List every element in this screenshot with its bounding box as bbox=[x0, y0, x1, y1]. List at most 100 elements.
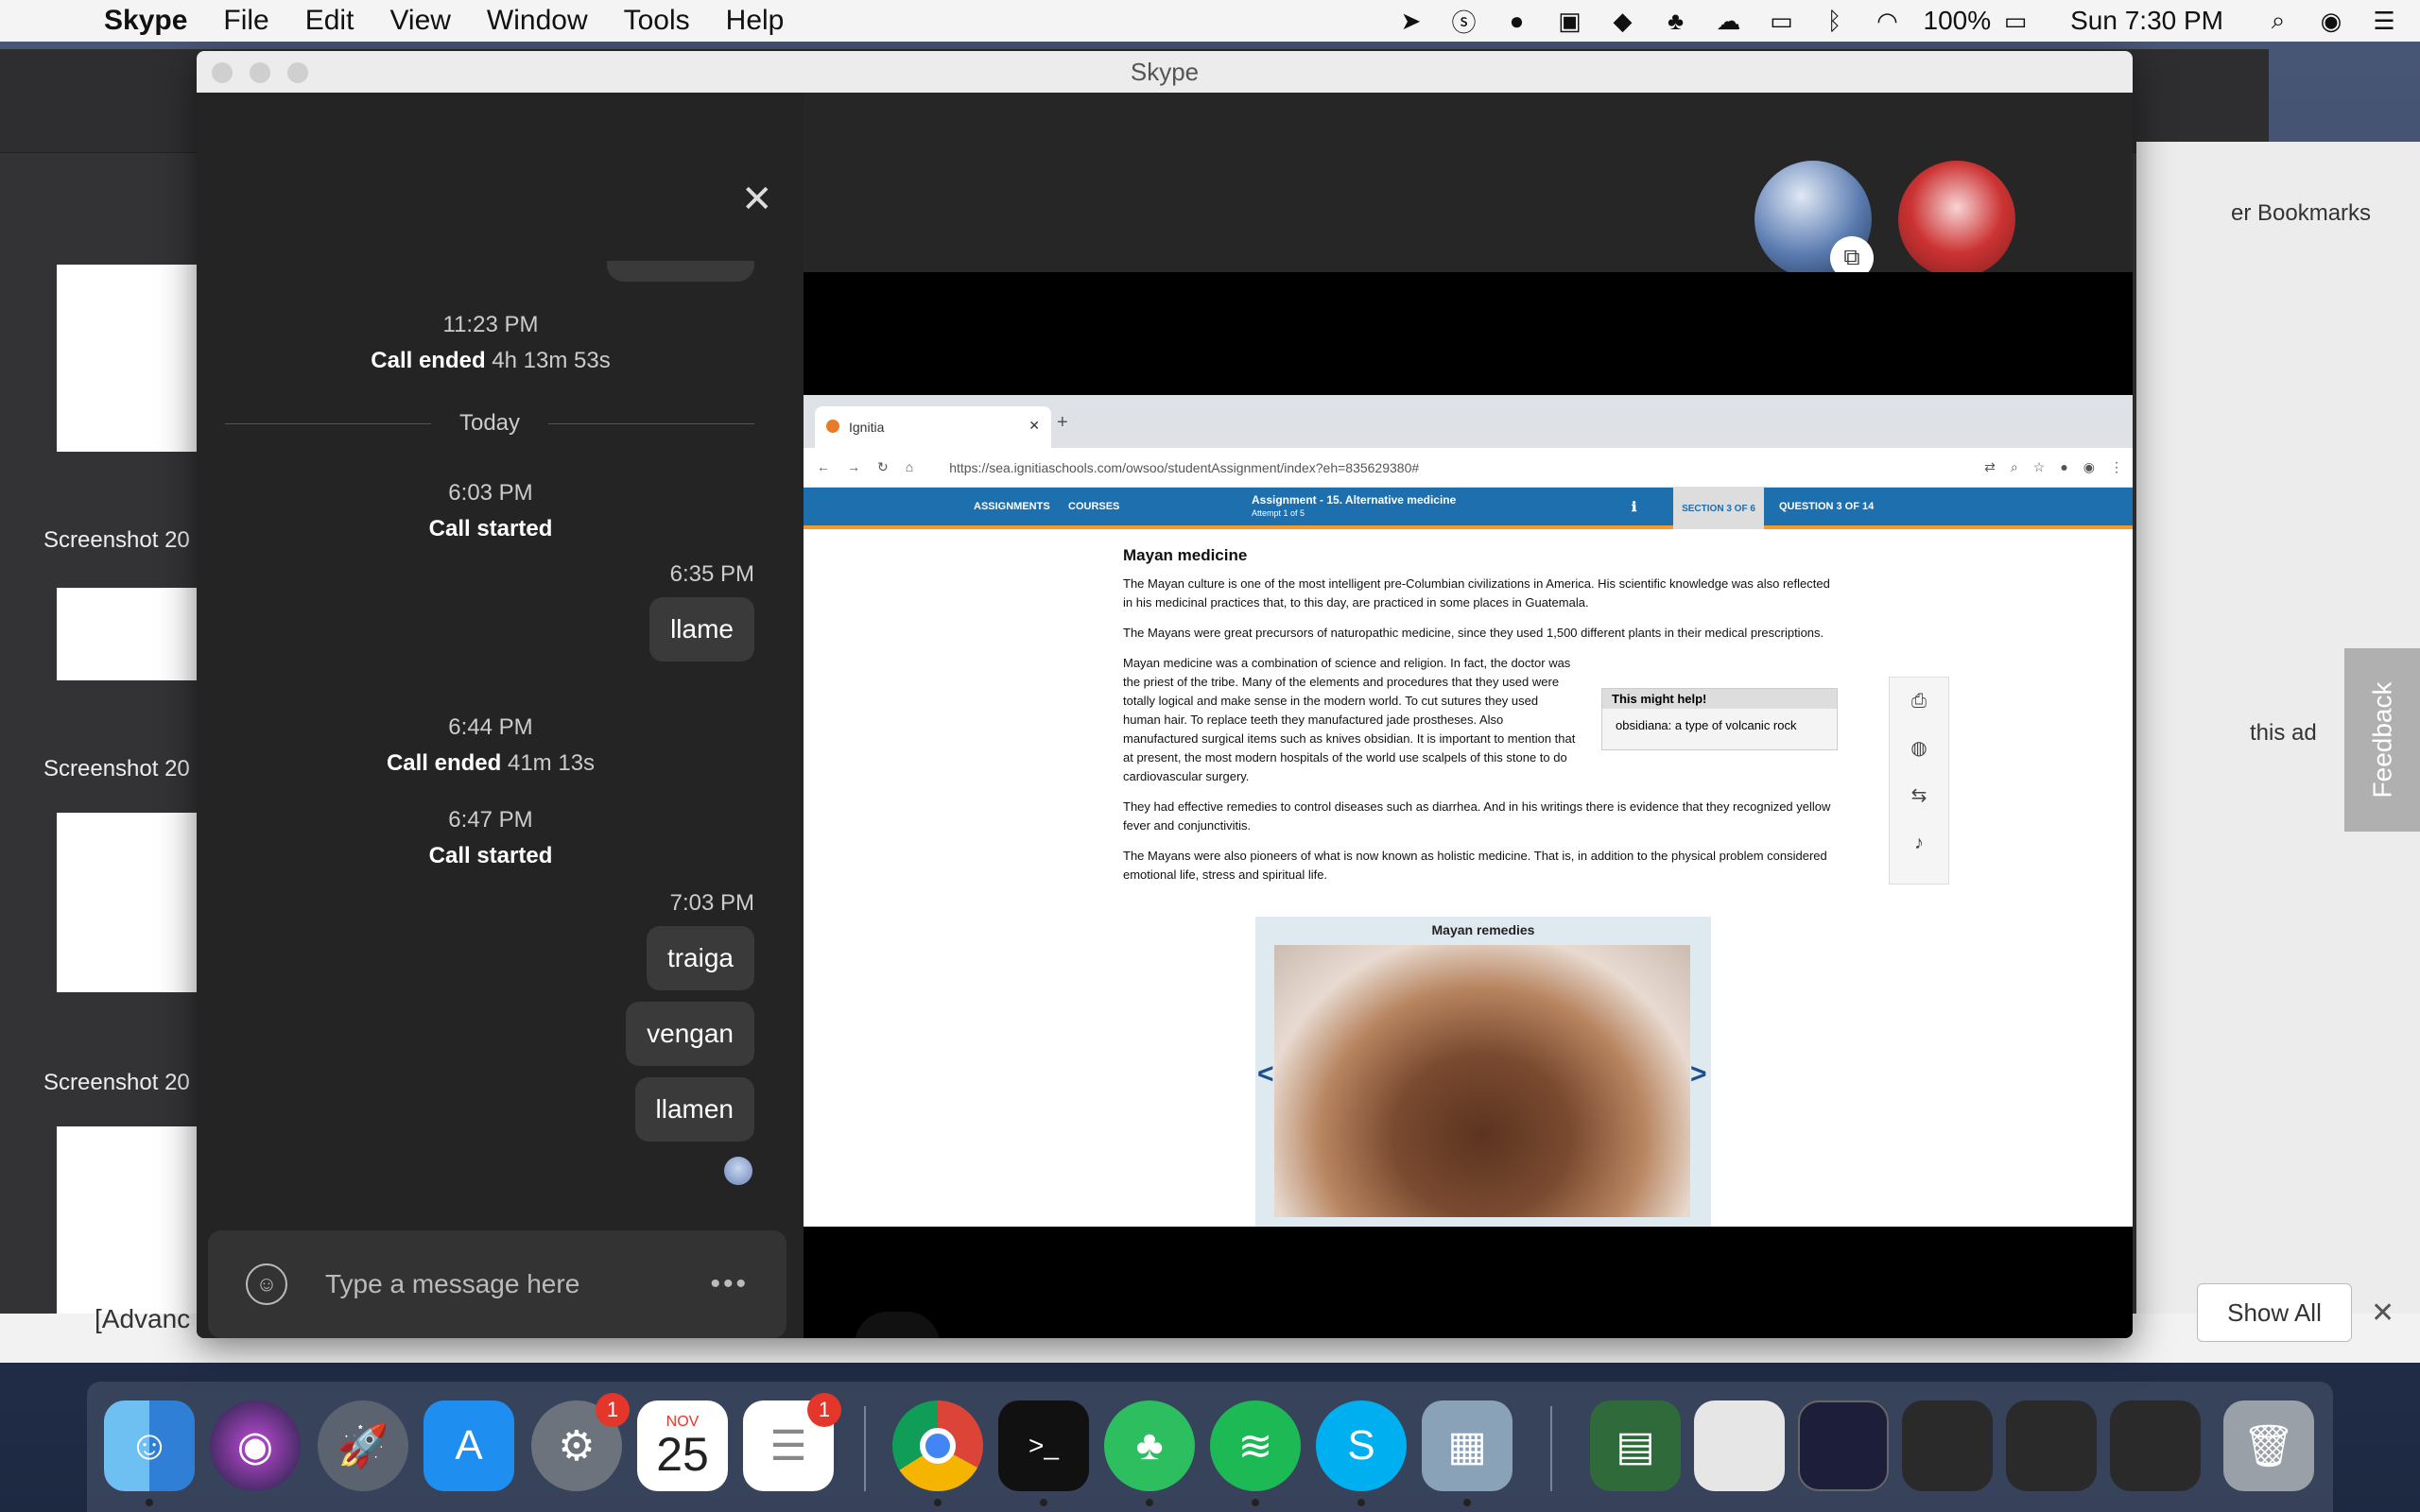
wifi-icon[interactable]: ◠ bbox=[1871, 7, 1905, 35]
chrome-icon[interactable] bbox=[892, 1400, 983, 1491]
ignitia-nav-bar: ASSIGNMENTS COURSES Assignment - 15. Alt… bbox=[804, 488, 2133, 529]
translate-icon[interactable]: ⇆ bbox=[1890, 772, 1948, 819]
gallery-title: Mayan remedies bbox=[1431, 922, 1535, 937]
airplay-icon[interactable]: ▭ bbox=[1765, 7, 1799, 35]
document-icon[interactable]: ▤ bbox=[1590, 1400, 1681, 1491]
zoom-icon[interactable]: ⌕ bbox=[2011, 459, 2018, 475]
thumbnail[interactable] bbox=[57, 813, 199, 992]
bluetooth-icon[interactable]: ᛒ bbox=[1818, 7, 1852, 35]
notification-icon[interactable]: ● bbox=[1500, 7, 1534, 35]
thumbnail[interactable] bbox=[57, 1126, 199, 1315]
menu-tools[interactable]: Tools bbox=[624, 5, 690, 37]
evernote-icon[interactable]: ♣ bbox=[1659, 7, 1693, 35]
preview-icon[interactable]: ▦ bbox=[1422, 1400, 1512, 1491]
menu-window[interactable]: Window bbox=[487, 5, 588, 37]
thumbnail[interactable] bbox=[57, 265, 199, 452]
emoji-icon[interactable]: ☺ bbox=[246, 1263, 287, 1305]
more-options-icon[interactable]: ••• bbox=[710, 1268, 749, 1300]
dock: ☺ ◉ 🚀 A ⚙ 1 NOV 25 ☰ 1 >_ ♣ ≋ S ▦ ▤ 🗑 bbox=[87, 1382, 2333, 1512]
menu-view[interactable]: View bbox=[389, 5, 450, 37]
gallery-next-icon[interactable]: > bbox=[1690, 1058, 1707, 1091]
close-tab-icon[interactable]: ✕ bbox=[1028, 418, 1040, 434]
section-indicator[interactable]: SECTION 3 OF 6 bbox=[1673, 488, 1764, 529]
window-thumbnail[interactable] bbox=[1694, 1400, 1785, 1491]
window-thumbnail[interactable] bbox=[2110, 1400, 2201, 1491]
close-downloads-icon[interactable]: ✕ bbox=[2371, 1297, 2394, 1330]
message-input[interactable] bbox=[325, 1269, 711, 1299]
extension-icon[interactable]: ● bbox=[2060, 459, 2067, 475]
download-item[interactable]: [Advanc bbox=[95, 1304, 190, 1334]
reminders-icon[interactable]: ☰ 1 bbox=[743, 1393, 841, 1491]
dropbox-icon[interactable]: ◆ bbox=[1606, 7, 1640, 35]
menu-edit[interactable]: Edit bbox=[305, 5, 354, 37]
skype-window: Skype ✕ 11:23 PM Call ended 4h 13m 53s T… bbox=[197, 51, 2133, 1338]
skype-icon[interactable]: ⓢ bbox=[1447, 8, 1481, 37]
participant-avatar[interactable]: ⧉ bbox=[1754, 161, 1874, 280]
terminal-icon[interactable]: >_ bbox=[998, 1400, 1089, 1491]
new-tab-icon[interactable]: + bbox=[1057, 412, 1068, 434]
display-icon[interactable]: ▣ bbox=[1553, 7, 1587, 35]
thumbnail-sidebar: Screenshot 20 Screenshot 20 Screenshot 2… bbox=[0, 153, 199, 1315]
back-icon[interactable]: ← bbox=[817, 459, 830, 475]
skype-app-icon[interactable]: S bbox=[1316, 1400, 1407, 1491]
message-bubble[interactable]: traiga bbox=[646, 926, 754, 990]
zoom-window-button[interactable] bbox=[287, 62, 308, 83]
location-arrow-icon[interactable]: ➤ bbox=[1394, 7, 1428, 35]
message-bubble[interactable]: llamen bbox=[634, 1077, 754, 1142]
siri-icon[interactable]: ◉ bbox=[2314, 7, 2348, 35]
browser-address-bar: ← → ↻ ⌂ https://sea.ignitiaschools.com/o… bbox=[804, 448, 2133, 488]
thumbnail-label: Screenshot 20 bbox=[43, 527, 190, 553]
launchpad-icon[interactable]: 🚀 bbox=[318, 1400, 408, 1491]
translate-icon[interactable]: ⇄ bbox=[1984, 459, 1996, 475]
finder-icon[interactable]: ☺ bbox=[104, 1400, 195, 1491]
trash-icon[interactable]: 🗑 bbox=[2223, 1400, 2314, 1491]
browser-menu-icon[interactable]: ⋮ bbox=[2110, 459, 2123, 475]
siri-app-icon[interactable]: ◉ bbox=[210, 1400, 301, 1491]
menu-clock[interactable]: Sun 7:30 PM bbox=[2070, 6, 2223, 36]
question-indicator[interactable]: QUESTION 3 OF 14 bbox=[1779, 501, 1874, 512]
bookmark-star-icon[interactable]: ☆ bbox=[2033, 459, 2046, 475]
feedback-tab[interactable]: Feedback bbox=[2344, 648, 2420, 832]
control-center-icon[interactable]: ☰ bbox=[2367, 7, 2401, 35]
battery-icon[interactable]: ▭ bbox=[1998, 7, 2032, 35]
participant-avatar[interactable] bbox=[1898, 161, 2015, 278]
nav-assignments[interactable]: ASSIGNMENTS bbox=[974, 501, 1050, 512]
menu-help[interactable]: Help bbox=[726, 5, 785, 37]
other-bookmarks[interactable]: er Bookmarks bbox=[2231, 200, 2371, 227]
forward-icon[interactable]: → bbox=[847, 459, 860, 475]
evernote-app-icon[interactable]: ♣ bbox=[1104, 1400, 1195, 1491]
app-store-icon[interactable]: A bbox=[424, 1400, 514, 1491]
event-label: Call started bbox=[428, 516, 553, 541]
home-icon[interactable]: ⌂ bbox=[906, 459, 913, 475]
spotlight-icon[interactable]: ⌕ bbox=[2261, 6, 2295, 34]
message-bubble[interactable]: llame bbox=[649, 597, 754, 662]
gallery-prev-icon[interactable]: < bbox=[1257, 1058, 1274, 1091]
profile-icon[interactable]: ◉ bbox=[2083, 459, 2095, 475]
window-thumbnail[interactable] bbox=[1902, 1400, 1993, 1491]
print-icon[interactable]: ⎙ bbox=[1890, 678, 1948, 725]
thumbnail[interactable] bbox=[57, 588, 199, 680]
article-paragraph: The Mayans were also pioneers of what is… bbox=[1123, 849, 1827, 882]
message-bubble[interactable]: vengan bbox=[626, 1002, 754, 1066]
reload-icon[interactable]: ↻ bbox=[877, 459, 889, 475]
window-thumbnail[interactable] bbox=[1798, 1400, 1889, 1491]
window-thumbnail[interactable] bbox=[2006, 1400, 2097, 1491]
close-chat-icon[interactable]: ✕ bbox=[741, 178, 773, 221]
info-icon[interactable]: ℹ bbox=[1632, 499, 1636, 515]
globe-icon[interactable]: ◍ bbox=[1890, 725, 1948, 772]
browser-tab[interactable]: Ignitia ✕ bbox=[815, 406, 1051, 448]
nav-courses[interactable]: COURSES bbox=[1068, 501, 1119, 512]
microphone-icon[interactable]: ♪ bbox=[1890, 819, 1948, 867]
creative-cloud-icon[interactable]: ☁ bbox=[1712, 7, 1746, 35]
call-duration: 4h 13m 53s bbox=[492, 348, 611, 373]
show-all-button[interactable]: Show All bbox=[2197, 1283, 2352, 1342]
menu-app-name[interactable]: Skype bbox=[104, 5, 187, 37]
spotify-icon[interactable]: ≋ bbox=[1210, 1400, 1301, 1491]
call-event: 6:44 PM Call ended 41m 13s bbox=[197, 714, 785, 777]
close-window-button[interactable] bbox=[212, 62, 233, 83]
calendar-icon[interactable]: NOV 25 bbox=[637, 1400, 728, 1491]
system-preferences-icon[interactable]: ⚙ 1 bbox=[531, 1393, 630, 1491]
url-field[interactable]: https://sea.ignitiaschools.com/owsoo/stu… bbox=[949, 460, 1419, 475]
menu-file[interactable]: File bbox=[223, 5, 268, 37]
minimize-window-button[interactable] bbox=[250, 62, 270, 83]
